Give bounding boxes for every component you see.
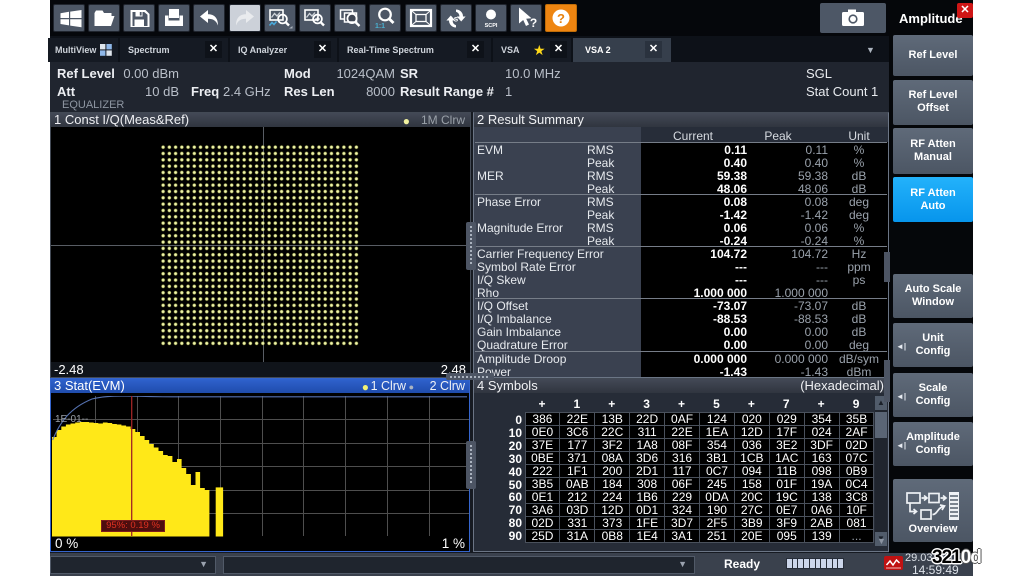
svg-text:s: s: [453, 15, 458, 24]
svg-text:1:1: 1:1: [375, 23, 385, 30]
svg-text:?: ?: [530, 16, 537, 30]
svg-text:?: ?: [557, 11, 565, 26]
svg-text:SCPI: SCPI: [484, 23, 497, 29]
